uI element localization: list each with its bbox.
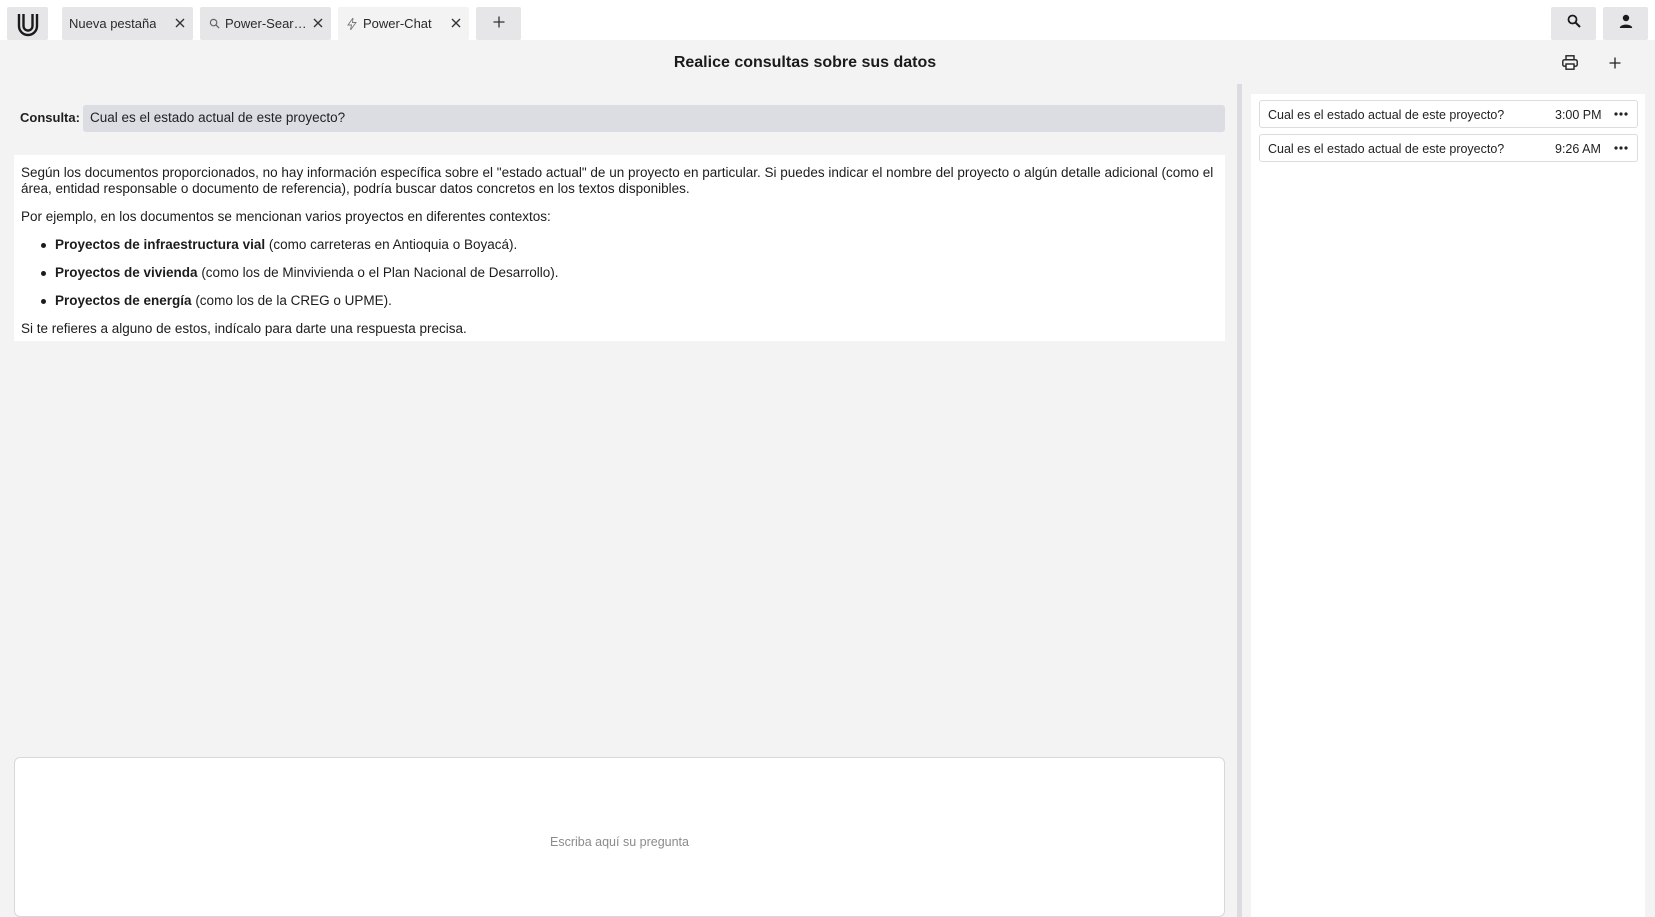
page-title: Realice consultas sobre sus datos	[673, 54, 937, 71]
close-icon[interactable]	[311, 16, 325, 30]
history-sidebar: Cual es el estado actual de este proyect…	[1251, 94, 1645, 917]
history-item[interactable]: Cual es el estado actual de este proyect…	[1259, 100, 1638, 128]
answer-list: Proyectos de infraestructura vial (como …	[21, 237, 1218, 309]
list-item-text: (como carreteras en Antioquia o Boyacá).	[265, 237, 518, 252]
close-icon[interactable]	[449, 16, 463, 30]
query-field[interactable]: Cual es el estado actual de este proyect…	[83, 105, 1225, 132]
answer-panel: Según los documentos proporcionados, no …	[14, 155, 1225, 341]
more-options-icon[interactable]	[1612, 105, 1630, 123]
more-options-icon[interactable]	[1612, 139, 1630, 157]
top-bar: Nueva pestaña Power-Search... Power-Chat	[0, 0, 1655, 40]
print-icon	[1562, 55, 1578, 75]
history-item-question: Cual es el estado actual de este proyect…	[1268, 108, 1505, 122]
list-item-title: Proyectos de infraestructura vial	[55, 237, 266, 252]
new-chat-button[interactable]	[1601, 52, 1629, 78]
bolt-icon	[345, 17, 359, 31]
history-item-question: Cual es el estado actual de este proyect…	[1268, 142, 1505, 156]
list-item-title: Proyectos de energía	[55, 293, 192, 308]
list-item-text: (como los de la CREG o UPME).	[191, 293, 392, 308]
search-button[interactable]	[1551, 7, 1596, 40]
tab-power-search[interactable]: Power-Search...	[200, 7, 331, 40]
tab-label: Nueva pestaña	[69, 16, 157, 31]
answer-paragraph: Si te refieres a alguno de estos, indíca…	[21, 321, 467, 336]
answer-paragraph: Por ejemplo, en los documentos se mencio…	[21, 209, 551, 224]
panel-resize-handle[interactable]	[1237, 84, 1242, 917]
search-icon	[1567, 14, 1581, 33]
answer-paragraph: Según los documentos proporcionados, no …	[21, 165, 1214, 196]
list-item: Proyectos de infraestructura vial (como …	[21, 237, 1218, 253]
history-item[interactable]: Cual es el estado actual de este proyect…	[1259, 134, 1638, 162]
list-item: Proyectos de energía (como los de la CRE…	[21, 293, 1218, 309]
user-account-button[interactable]	[1603, 7, 1648, 40]
query-label: Consulta:	[20, 110, 80, 125]
list-item: Proyectos de vivienda (como los de Minvi…	[21, 265, 1218, 281]
tab-power-chat[interactable]: Power-Chat	[338, 7, 469, 40]
print-button[interactable]	[1556, 52, 1584, 78]
question-input-placeholder: Escriba aquí su pregunta	[550, 835, 689, 849]
search-icon	[207, 17, 221, 31]
tab-nueva-pestana[interactable]: Nueva pestaña	[62, 7, 193, 40]
plus-icon	[493, 15, 505, 33]
app-logo-icon[interactable]	[7, 7, 48, 40]
history-item-time: 9:26 AM	[1555, 142, 1601, 156]
tab-label: Power-Search...	[225, 16, 311, 31]
user-icon	[1619, 14, 1633, 33]
plus-icon	[1609, 56, 1621, 74]
list-item-text: (como los de Minvivienda o el Plan Nacio…	[197, 265, 559, 280]
close-icon[interactable]	[173, 16, 187, 30]
history-item-time: 3:00 PM	[1555, 108, 1602, 122]
new-tab-button[interactable]	[476, 7, 521, 40]
question-input[interactable]: Escriba aquí su pregunta	[14, 757, 1225, 917]
tab-label: Power-Chat	[363, 16, 432, 31]
list-item-title: Proyectos de vivienda	[55, 265, 198, 280]
